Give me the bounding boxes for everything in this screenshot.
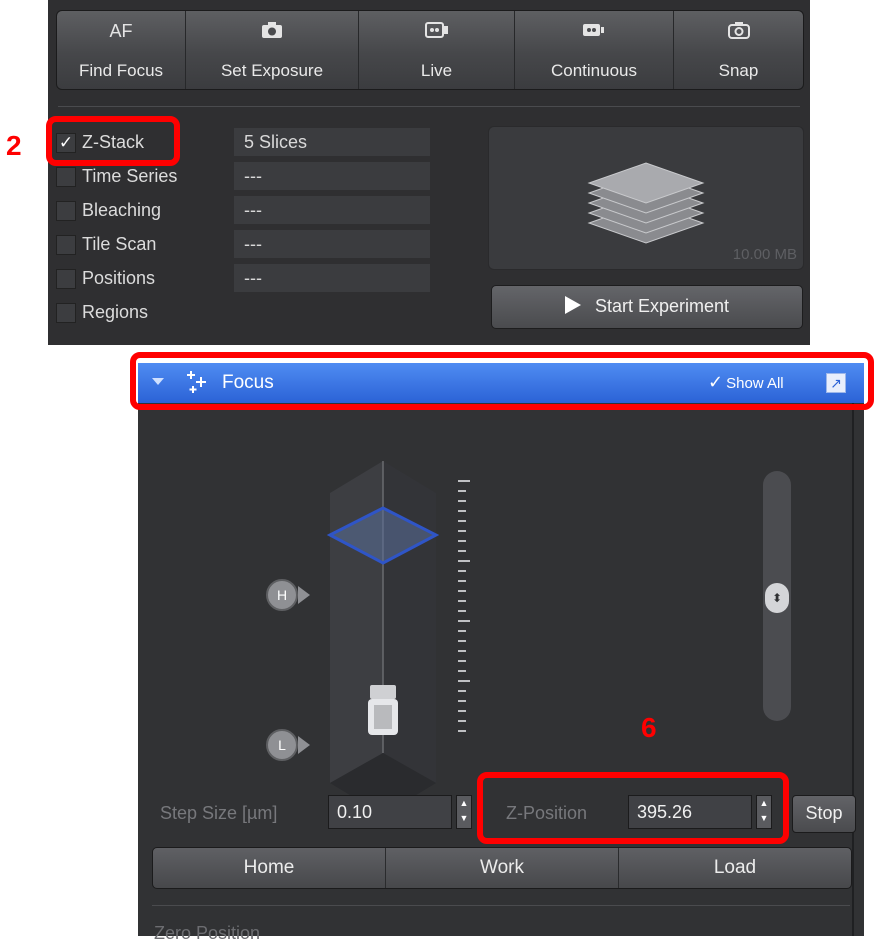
slider-thumb-icon[interactable]: ⬍ xyxy=(765,583,789,613)
stop-button[interactable]: Stop xyxy=(792,795,856,833)
bleaching-checkbox[interactable] xyxy=(56,201,76,221)
low-position-button[interactable]: L xyxy=(266,729,298,761)
annotation-number-2: 2 xyxy=(6,130,22,161)
positions-value[interactable]: --- xyxy=(234,264,430,292)
bleaching-value[interactable]: --- xyxy=(234,196,430,224)
acquisition-toolbar: AF Find Focus Set Exposure Live Continuo… xyxy=(56,10,804,90)
load-button[interactable]: Load xyxy=(619,848,851,888)
low-pointer-icon xyxy=(298,736,310,754)
time-series-label: Time Series xyxy=(82,166,178,186)
live-button[interactable]: Live xyxy=(359,11,515,89)
af-text-icon: AF xyxy=(109,21,133,41)
high-pointer-icon xyxy=(298,586,310,604)
regions-label: Regions xyxy=(82,302,149,322)
home-button[interactable]: Home xyxy=(153,848,386,888)
section-divider xyxy=(152,905,850,906)
start-experiment-button[interactable]: Start Experiment xyxy=(491,285,803,329)
step-size-spinner-icon[interactable]: ▲ ▼ xyxy=(456,795,472,829)
continuous-button[interactable]: Continuous xyxy=(515,11,674,89)
snap-button[interactable]: Snap xyxy=(674,11,803,89)
snap-label: Snap xyxy=(718,61,759,80)
find-focus-button[interactable]: AF Find Focus xyxy=(57,11,186,89)
z-focus-slider[interactable]: ⬍ xyxy=(763,471,791,721)
work-button[interactable]: Work xyxy=(386,848,619,888)
camera-icon xyxy=(186,21,358,45)
play-icon xyxy=(564,296,581,314)
position-buttons: Home Work Load xyxy=(152,847,852,889)
regions-checkbox[interactable] xyxy=(56,303,76,323)
annotation-number-6: 6 xyxy=(641,712,657,743)
positions-label: Positions xyxy=(82,268,156,288)
time-series-row: Time Series --- xyxy=(56,162,436,192)
step-size-label: Step Size [µm] xyxy=(160,803,278,823)
live-label: Live xyxy=(420,61,453,80)
tile-scan-value[interactable]: --- xyxy=(234,230,430,258)
annotation-box-focus-header xyxy=(130,352,874,410)
set-exposure-button[interactable]: Set Exposure xyxy=(186,11,359,89)
video-camera-icon xyxy=(359,21,514,45)
high-position-button[interactable]: H xyxy=(266,579,298,611)
tile-scan-checkbox[interactable] xyxy=(56,235,76,255)
annotation-box-z-stack xyxy=(46,116,180,166)
continuous-label: Continuous xyxy=(550,61,637,80)
find-focus-label: Find Focus xyxy=(78,61,164,80)
panel-border xyxy=(852,403,854,936)
data-size-label: 10.00 MB xyxy=(732,246,797,263)
annotation-box-z-position xyxy=(477,772,789,844)
time-series-checkbox[interactable] xyxy=(56,167,76,187)
bleaching-row: Bleaching --- xyxy=(56,196,436,226)
zero-position-label: Zero Position xyxy=(154,923,261,943)
start-experiment-label: Start Experiment xyxy=(594,296,730,316)
bleaching-label: Bleaching xyxy=(82,200,162,220)
experiment-preview: 10.00 MB xyxy=(488,126,804,270)
z-stack-value[interactable]: 5 Slices xyxy=(234,128,430,156)
toolbar-divider xyxy=(58,106,800,107)
positions-row: Positions --- xyxy=(56,264,436,294)
step-size-input[interactable]: 0.10 xyxy=(328,795,452,829)
tile-scan-label: Tile Scan xyxy=(82,234,157,254)
regions-row: Regions xyxy=(56,298,436,328)
set-exposure-label: Set Exposure xyxy=(220,61,324,80)
focus-drive-graphic xyxy=(326,461,470,813)
time-series-value[interactable]: --- xyxy=(234,162,430,190)
tile-scan-row: Tile Scan --- xyxy=(56,230,436,260)
focus-panel: Focus ✓ Show All ↗ H L ⬍ Step Size [µm] … xyxy=(138,363,864,943)
acquisition-panel: AF Find Focus Set Exposure Live Continuo… xyxy=(48,0,810,345)
photo-camera-icon xyxy=(674,21,803,45)
video-camera-icon xyxy=(515,21,673,45)
positions-checkbox[interactable] xyxy=(56,269,76,289)
